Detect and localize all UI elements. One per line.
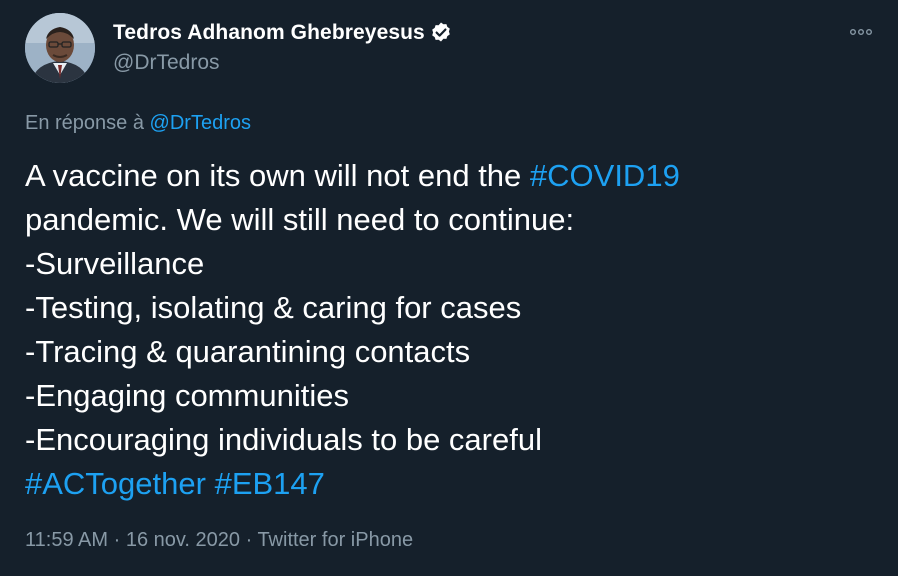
tweet-time[interactable]: 11:59 AM bbox=[25, 529, 108, 551]
tweet-date[interactable]: 16 nov. 2020 bbox=[126, 529, 240, 551]
meta-separator: · bbox=[245, 529, 253, 551]
author-row: Tedros Adhanom Ghebreyesus bbox=[113, 21, 453, 45]
tweet-meta: 11:59 AM · 16 nov. 2020 · Twitter for iP… bbox=[25, 529, 413, 552]
tweet-line: pandemic. We will still need to continue… bbox=[25, 202, 575, 237]
tweet-line: -Tracing & quarantining contacts bbox=[25, 334, 471, 369]
tweet-line: -Surveillance bbox=[25, 246, 205, 281]
hashtag-link[interactable]: #ACTogether bbox=[25, 466, 206, 501]
author-name[interactable]: Tedros Adhanom Ghebreyesus bbox=[113, 21, 425, 45]
reply-context: En réponse à @DrTedros bbox=[25, 112, 251, 135]
more-options-icon[interactable] bbox=[848, 22, 874, 42]
avatar[interactable] bbox=[25, 13, 95, 83]
meta-separator: · bbox=[113, 529, 121, 551]
verified-badge-icon bbox=[432, 22, 450, 42]
author-handle[interactable]: @DrTedros bbox=[113, 51, 220, 75]
tweet-line: -Engaging communities bbox=[25, 378, 349, 413]
profile-photo bbox=[25, 13, 95, 83]
tweet-line-text: A vaccine on its own will not end the bbox=[25, 158, 530, 193]
tweet-hashtags: #ACTogether #EB147 bbox=[25, 462, 875, 506]
tweet-line: -Testing, isolating & caring for cases bbox=[25, 290, 522, 325]
tweet-line: -Encouraging individuals to be careful bbox=[25, 422, 542, 457]
tweet-text: A vaccine on its own will not end the #C… bbox=[25, 154, 875, 506]
reply-prefix: En réponse à bbox=[25, 112, 144, 134]
reply-mention-link[interactable]: @DrTedros bbox=[150, 112, 251, 134]
hashtag-link[interactable]: #EB147 bbox=[215, 466, 325, 501]
tweet-line: A vaccine on its own will not end the #C… bbox=[25, 154, 875, 198]
hashtag-link[interactable]: #COVID19 bbox=[530, 158, 680, 193]
tweet-source[interactable]: Twitter for iPhone bbox=[257, 529, 413, 551]
